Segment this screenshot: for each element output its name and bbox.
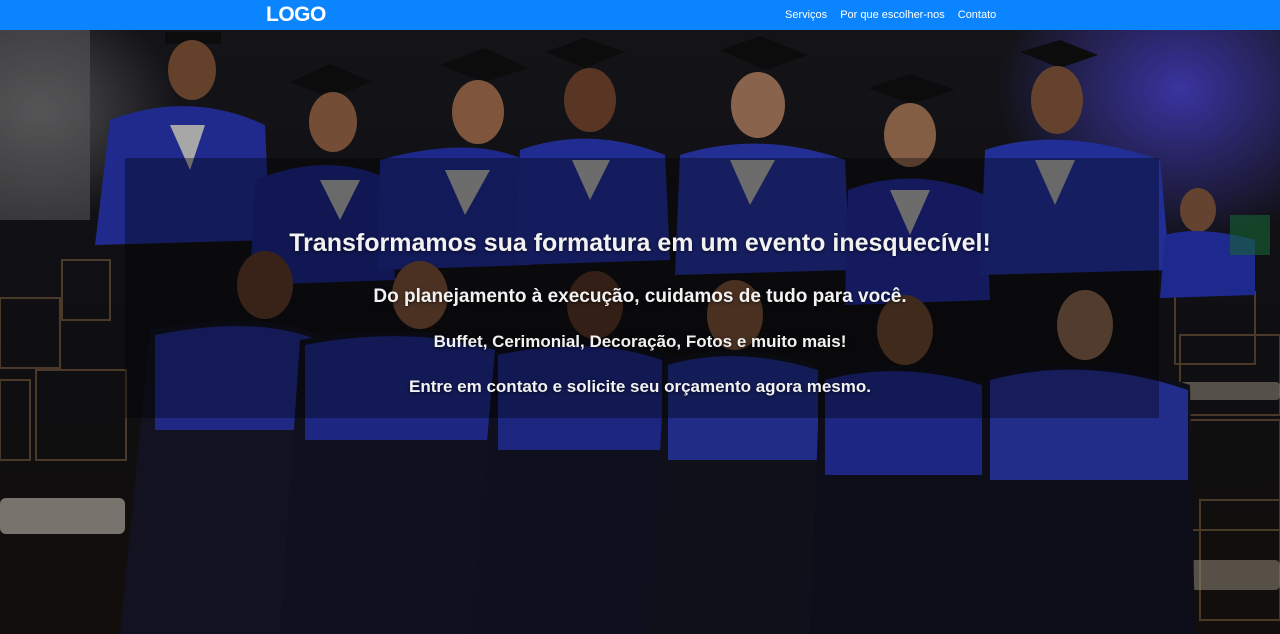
hero-subtitle-contact: Entre em contato e solicite seu orçament…	[409, 377, 871, 396]
hero-subtitle-services: Buffet, Cerimonial, Decoração, Fotos e m…	[433, 332, 847, 351]
nav-links: Serviços Por que escolher-nos Contato	[785, 9, 996, 22]
hero-text: Transformamos sua formatura em um evento…	[0, 30, 1280, 634]
logo[interactable]: LOGO	[266, 3, 326, 27]
navbar: LOGO Serviços Por que escolher-nos Conta…	[0, 0, 1280, 30]
hero-section: Transformamos sua formatura em um evento…	[0, 30, 1280, 634]
hero-subtitle-planning: Do planejamento à execução, cuidamos de …	[373, 286, 907, 307]
nav-link-servicos[interactable]: Serviços	[785, 9, 827, 22]
nav-link-contato[interactable]: Contato	[958, 9, 997, 22]
nav-link-por-que-escolher-nos[interactable]: Por que escolher-nos	[840, 9, 945, 22]
hero-headline: Transformamos sua formatura em um evento…	[289, 229, 991, 257]
